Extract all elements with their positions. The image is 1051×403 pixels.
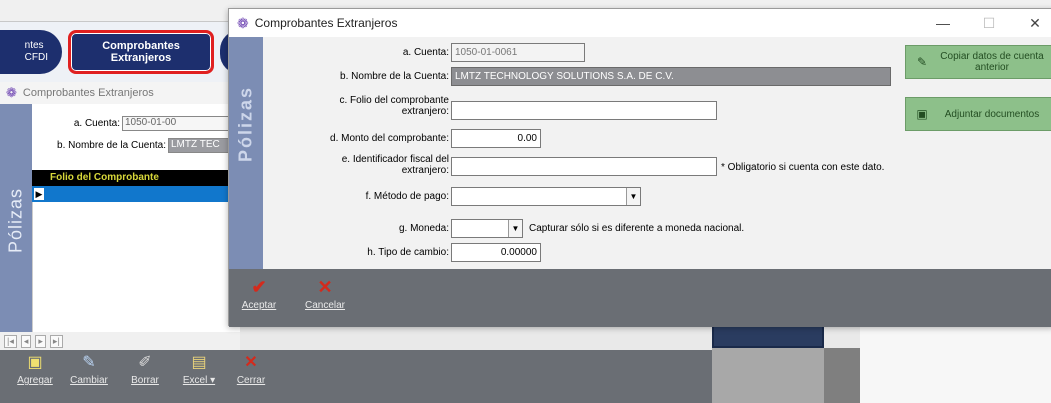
- cuenta-value: 1050-01-0061: [455, 47, 518, 58]
- cuenta-field[interactable]: 1050-01-0061: [451, 43, 585, 62]
- bg-grid-selected-row[interactable]: [32, 186, 240, 202]
- bg-window-subtitle: ❁ Comprobantes Extranjeros: [0, 82, 240, 104]
- first-page-icon[interactable]: |◂: [4, 334, 17, 348]
- bg-grey-panel-2: [824, 348, 860, 403]
- bg-nombre-label: b. Nombre de la Cuenta:: [57, 140, 166, 151]
- nav-extranjeros-label: Comprobantes Extranjeros: [102, 40, 180, 64]
- bg-cuenta-label: a. Cuenta:: [73, 118, 120, 129]
- cancelar-label: Cancelar: [304, 300, 346, 311]
- adjuntar-documentos-label: Adjuntar documentos: [944, 108, 1040, 120]
- bg-side-label: Pólizas: [5, 187, 26, 253]
- app-logo-icon: ❁: [237, 14, 249, 31]
- cerrar-label: Cerrar: [236, 375, 266, 386]
- tipo-cambio-label: h. Tipo de cambio:: [367, 247, 449, 258]
- bg-subtitle-text: Comprobantes Extranjeros: [22, 87, 154, 99]
- edit-icon: ✎: [82, 354, 96, 371]
- copiar-datos-button[interactable]: ✎ Copiar datos de cuenta anterior: [905, 45, 1051, 79]
- dialog-side-label: Pólizas: [235, 85, 256, 163]
- cancelar-button[interactable]: ✕ Cancelar: [299, 275, 351, 311]
- cerrar-button[interactable]: ✕ Cerrar: [228, 352, 274, 386]
- bg-pager: |◂ ◂ ▸ ▸|: [0, 332, 240, 350]
- moneda-note: Capturar sólo si es diferente a moneda n…: [529, 223, 745, 234]
- nombre-label: b. Nombre de la Cuenta:: [340, 71, 449, 82]
- add-icon: ▣: [27, 354, 43, 371]
- agregar-label: Agregar: [17, 375, 53, 386]
- agregar-button[interactable]: ▣ Agregar: [12, 352, 58, 386]
- identificador-label: e. Identificador fiscal del extranjero:: [341, 154, 449, 176]
- cancel-x-icon: ✕: [317, 277, 333, 297]
- cuenta-label: a. Cuenta:: [402, 47, 449, 58]
- cambiar-button[interactable]: ✎ Cambiar: [66, 352, 112, 386]
- excel-label: Excel ▾: [182, 375, 216, 386]
- dialog-title: Comprobantes Extranjeros: [254, 16, 398, 30]
- chevron-down-icon[interactable]: ▼: [626, 188, 640, 205]
- app-logo-icon: ❁: [6, 85, 17, 100]
- chevron-down-icon[interactable]: ▼: [508, 220, 522, 237]
- adjuntar-documentos-button[interactable]: ▣ Adjuntar documentos: [905, 97, 1051, 131]
- attach-image-icon: ▣: [916, 107, 928, 121]
- nav-cfdi-label: ntes CFDI: [24, 40, 48, 63]
- nombre-field[interactable]: LMTZ TECHNOLOGY SOLUTIONS S.A. DE C.V.: [451, 67, 891, 86]
- dialog-footer-toolbar: [229, 269, 1051, 327]
- folio-label: c. Folio del comprobante extranjero:: [339, 95, 449, 117]
- metodo-label: f. Método de pago:: [365, 191, 449, 202]
- nav-comprobantes-extranjeros-button[interactable]: Comprobantes Extranjeros: [68, 30, 214, 74]
- bg-grid-body[interactable]: [32, 202, 240, 332]
- next-page-icon[interactable]: ▸: [35, 334, 46, 348]
- bg-grey-panel: [712, 348, 824, 403]
- monto-label: d. Monto del comprobante:: [330, 133, 449, 144]
- erase-icon: ✐: [138, 354, 152, 371]
- bg-cuenta-field[interactable]: 1050-01-00: [122, 116, 240, 131]
- close-icon: ✕: [244, 354, 258, 371]
- cambiar-label: Cambiar: [70, 375, 108, 386]
- moneda-label: g. Moneda:: [398, 223, 449, 234]
- tipo-cambio-field[interactable]: 0.00000: [451, 243, 541, 262]
- aceptar-button[interactable]: ✔ Aceptar: [233, 275, 285, 311]
- checkmark-icon: ✔: [251, 277, 267, 297]
- borrar-button[interactable]: ✐ Borrar: [122, 352, 168, 386]
- minimize-icon[interactable]: —: [923, 9, 963, 37]
- aceptar-label: Aceptar: [241, 300, 277, 311]
- metodo-select[interactable]: ▼: [451, 187, 641, 206]
- moneda-select[interactable]: ▼: [451, 219, 523, 238]
- identificador-note: * Obligatorio si cuenta con este dato.: [721, 162, 885, 173]
- identificador-field[interactable]: [451, 157, 717, 176]
- folio-field[interactable]: [451, 101, 717, 120]
- maximize-icon[interactable]: ☐: [969, 9, 1009, 37]
- bg-grid-header[interactable]: Folio del Comprobante: [32, 170, 240, 186]
- prev-page-icon[interactable]: ◂: [20, 334, 32, 348]
- nav-comprobantes-cfdi-button[interactable]: ntes CFDI: [0, 30, 62, 74]
- excel-button[interactable]: ▤ Excel ▾: [176, 352, 222, 386]
- close-window-icon[interactable]: ✕: [1015, 9, 1051, 37]
- copy-icon: ✎: [916, 55, 928, 69]
- row-indicator-icon: ▶: [34, 188, 44, 200]
- borrar-label: Borrar: [131, 375, 159, 386]
- copiar-datos-label: Copiar datos de cuenta anterior: [940, 51, 1044, 73]
- excel-icon: ▤: [191, 354, 207, 371]
- monto-field[interactable]: 0.00: [451, 129, 541, 148]
- last-page-icon[interactable]: ▸|: [49, 334, 63, 348]
- comprobantes-extranjeros-dialog: ❁ Comprobantes Extranjeros — ☐ ✕ Pólizas…: [228, 8, 1051, 327]
- nombre-value: LMTZ TECHNOLOGY SOLUTIONS S.A. DE C.V.: [455, 71, 674, 82]
